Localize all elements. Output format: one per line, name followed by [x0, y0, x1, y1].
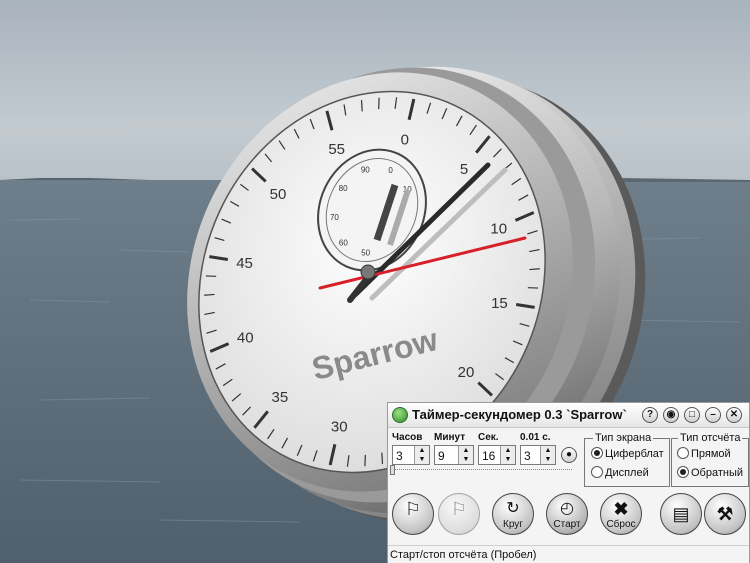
- dial-tick: [381, 452, 384, 464]
- minute-number: 45: [236, 255, 253, 272]
- reset-button[interactable]: ✖ Сброс: [600, 493, 642, 535]
- minute-number: 15: [491, 295, 508, 312]
- alarm-icon[interactable]: ●: [561, 447, 577, 463]
- dial-tick: [360, 100, 363, 112]
- flag-button[interactable]: ⚐: [392, 493, 434, 535]
- tools-icon: ⚒: [716, 504, 734, 524]
- count-type-group: Тип отсчёта Прямой Обратный: [671, 432, 749, 487]
- radio-forward[interactable]: Прямой: [677, 447, 731, 460]
- status-bar: Старт/стоп отсчёта (Пробел): [388, 545, 749, 563]
- close-button[interactable]: ✕: [726, 407, 742, 423]
- minutes-label: Минут: [434, 432, 466, 443]
- hundredths-value[interactable]: 3: [524, 449, 531, 463]
- radio-forward-dot[interactable]: [677, 447, 689, 459]
- minutes-spinner[interactable]: 9 ▲ ▼: [434, 445, 474, 465]
- minute-number: 5: [460, 161, 468, 178]
- seconds-spinner[interactable]: 16 ▲ ▼: [478, 445, 516, 465]
- x-icon: ✖: [613, 499, 629, 519]
- dial-tick: [529, 268, 540, 271]
- radio-display[interactable]: Дисплей: [591, 466, 649, 479]
- help-button[interactable]: ?: [642, 407, 658, 423]
- radio-reverse-dot[interactable]: [677, 466, 689, 478]
- radio-reverse-label: Обратный: [691, 467, 744, 479]
- hand-pivot: [360, 264, 376, 280]
- hours-spinner[interactable]: 3 ▲ ▼: [392, 445, 430, 465]
- minute-number: 50: [270, 186, 287, 203]
- stopwatch-icon: ◴: [560, 500, 574, 517]
- minute-number: 0: [401, 132, 409, 149]
- radio-dial-label: Циферблат: [605, 448, 664, 460]
- reset-label: Сброс: [606, 519, 636, 530]
- hundredths-arrows[interactable]: ▲ ▼: [540, 446, 555, 464]
- minute-number: 35: [272, 389, 289, 406]
- minute-number: 30: [331, 418, 348, 435]
- sub-dial-number: 50: [361, 249, 370, 258]
- refresh-icon: ↻: [506, 500, 520, 517]
- start-label: Старт: [553, 519, 581, 530]
- radio-forward-label: Прямой: [691, 448, 731, 460]
- app-icon: [392, 407, 408, 423]
- seconds-arrows[interactable]: ▲ ▼: [500, 446, 515, 464]
- title-bar[interactable]: Таймер-секундомер 0.3 `Sparrow` ? ◉ □ – …: [388, 403, 749, 428]
- radio-dial-dot[interactable]: [591, 447, 603, 459]
- lap-label: Круг: [503, 519, 523, 530]
- timer-window: Таймер-секундомер 0.3 `Sparrow` ? ◉ □ – …: [387, 402, 750, 563]
- minute-number: 40: [237, 329, 254, 346]
- flag-icon: ⚐: [404, 499, 422, 519]
- minute-number: 55: [328, 141, 345, 158]
- count-type-title: Тип отсчёта: [678, 432, 743, 444]
- minimize-button[interactable]: –: [705, 407, 721, 423]
- radio-dial[interactable]: Циферблат: [591, 447, 664, 460]
- sub-dial-number: 90: [361, 166, 370, 175]
- sub-dial-number: 80: [339, 184, 348, 193]
- time-slider[interactable]: [392, 469, 572, 474]
- seconds-label: Сек.: [478, 432, 499, 443]
- flag-disabled-button[interactable]: ⚐: [438, 493, 480, 535]
- flag-icon: ⚐: [450, 499, 468, 519]
- lap-button[interactable]: ↻ Круг: [492, 493, 534, 535]
- sub-dial-number: 70: [330, 213, 339, 222]
- document-icon: ▤: [672, 504, 690, 524]
- hours-value[interactable]: 3: [396, 449, 403, 463]
- screen-type-group: Тип экрана Циферблат Дисплей: [584, 432, 670, 487]
- hours-arrows[interactable]: ▲ ▼: [414, 446, 429, 464]
- sub-dial-number: 60: [339, 238, 348, 247]
- hundredths-label: 0.01 с.: [520, 432, 551, 443]
- minute-number: 10: [490, 221, 507, 238]
- minutes-arrows[interactable]: ▲ ▼: [458, 446, 473, 464]
- sub-dial-number: 0: [388, 166, 393, 175]
- window-title: Таймер-секундомер 0.3 `Sparrow`: [412, 407, 627, 422]
- radio-reverse[interactable]: Обратный: [677, 466, 743, 479]
- status-text: Старт/стоп отсчёта (Пробел): [390, 549, 537, 561]
- seconds-value[interactable]: 16: [482, 449, 495, 463]
- minute-number: 20: [458, 364, 475, 381]
- restore-button[interactable]: □: [684, 407, 700, 423]
- start-button[interactable]: ◴ Старт: [546, 493, 588, 535]
- radio-display-dot[interactable]: [591, 466, 603, 478]
- eye-icon[interactable]: ◉: [663, 407, 679, 423]
- settings-button[interactable]: ⚒: [704, 493, 746, 535]
- hundredths-spinner[interactable]: 3 ▲ ▼: [520, 445, 556, 465]
- screen-type-title: Тип экрана: [593, 432, 654, 444]
- radio-display-label: Дисплей: [605, 467, 649, 479]
- dial-tick: [204, 293, 215, 296]
- minutes-value[interactable]: 9: [438, 449, 445, 463]
- notes-button[interactable]: ▤: [660, 493, 702, 535]
- time-slider-knob[interactable]: [390, 465, 395, 475]
- hours-label: Часов: [392, 432, 423, 443]
